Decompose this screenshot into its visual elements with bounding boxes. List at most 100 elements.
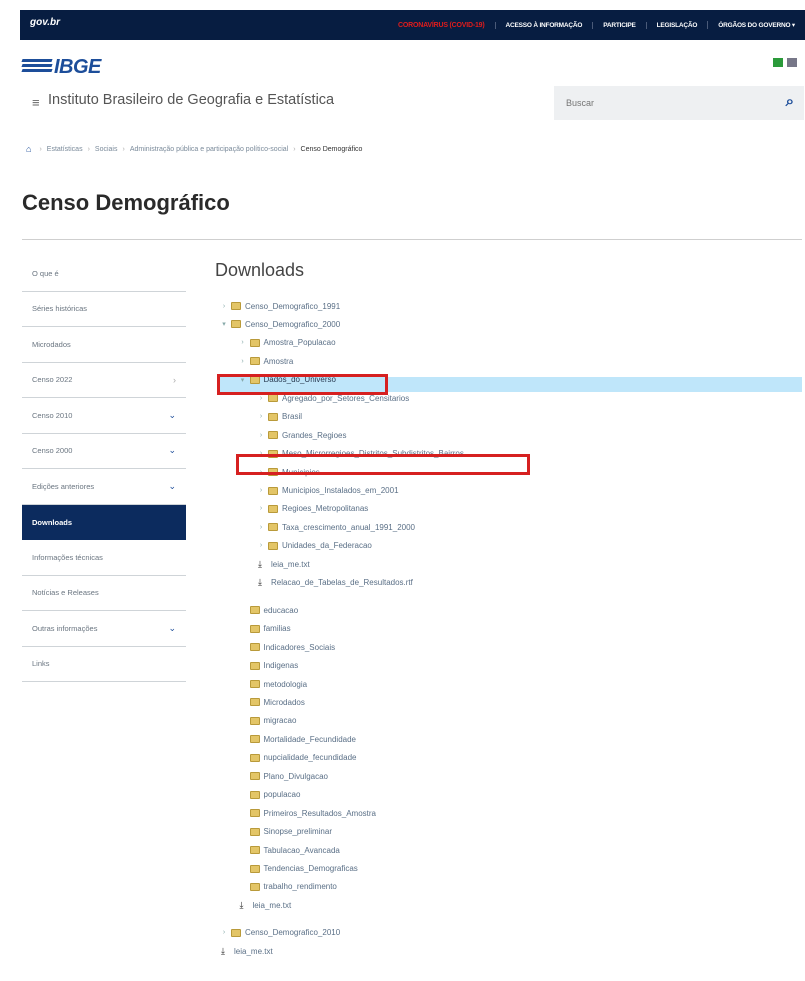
tree-item-label[interactable]: Mortalidade_Fecundidade: [264, 735, 357, 744]
tree-item-label[interactable]: Indicadores_Sociais: [264, 643, 336, 652]
tree-item-label[interactable]: Censo_Demografico_1991: [245, 302, 340, 311]
tree-folder-item[interactable]: Mortalidade_Fecundidade: [238, 730, 357, 748]
collapse-toggle-icon[interactable]: ›: [256, 505, 266, 512]
sidebar-item[interactable]: Censo 2010 ⌄: [22, 398, 186, 434]
tree-item-label[interactable]: Amostra: [264, 357, 294, 366]
gov-br-logo[interactable]: gov.br: [30, 17, 60, 28]
tree-item-label[interactable]: Grandes_Regioes: [282, 431, 346, 440]
tree-item-label[interactable]: Regioes_Metropolitanas: [282, 504, 368, 513]
gov-nav-orgaos[interactable]: ÓRGÃOS DO GOVERNO ▾: [707, 21, 805, 29]
gov-nav-participe[interactable]: PARTICIPE: [592, 21, 645, 29]
sidebar-item[interactable]: Edições anteriores ⌄: [22, 469, 186, 505]
collapse-toggle-icon[interactable]: ›: [256, 432, 266, 439]
tree-folder-item[interactable]: Indicadores_Sociais: [238, 638, 336, 656]
tree-folder-item[interactable]: › Censo_Demografico_1991: [219, 297, 340, 315]
tree-item-label[interactable]: Indigenas: [264, 661, 299, 670]
sidebar-item[interactable]: Censo 2022 ›: [22, 363, 186, 398]
sidebar-item[interactable]: Outras informações ⌄: [22, 611, 186, 647]
tree-folder-item[interactable]: › Grandes_Regioes: [256, 426, 347, 444]
tree-file-item[interactable]: ⤓ leia_me.txt: [219, 942, 273, 960]
tree-folder-item[interactable]: migracao: [238, 712, 296, 730]
search-input[interactable]: [554, 86, 754, 120]
tree-folder-item[interactable]: › Taxa_crescimento_anual_1991_2000: [256, 518, 415, 536]
tree-folder-item[interactable]: › Unidades_da_Federacao: [256, 537, 372, 555]
tree-item-label[interactable]: leia_me.txt: [253, 901, 292, 910]
sidebar-item[interactable]: Notícias e Releases: [22, 576, 186, 611]
sidebar-item[interactable]: Séries históricas: [22, 292, 186, 327]
collapse-toggle-icon[interactable]: ›: [238, 358, 248, 365]
tree-item-label[interactable]: Municipios_Instalados_em_2001: [282, 486, 399, 495]
ibge-logo[interactable]: IBGE: [21, 56, 101, 79]
tree-folder-item[interactable]: Plano_Divulgacao: [238, 767, 329, 785]
tree-folder-item[interactable]: ▾ Censo_Demografico_2000: [219, 315, 340, 333]
collapse-toggle-icon[interactable]: ›: [219, 929, 229, 936]
tree-folder-item[interactable]: familias: [238, 620, 291, 638]
tree-item-label[interactable]: Amostra_Populacao: [264, 338, 336, 347]
breadcrumb-item[interactable]: Sociais: [95, 146, 118, 153]
tree-item-label[interactable]: Microdados: [264, 698, 305, 707]
expand-toggle-icon[interactable]: ▾: [219, 320, 229, 328]
tree-folder-item[interactable]: educacao: [238, 601, 299, 619]
gov-nav-legislacao[interactable]: LEGISLAÇÃO: [645, 21, 708, 29]
tree-item-label[interactable]: Tabulacao_Avancada: [264, 846, 340, 855]
tree-item-label[interactable]: populacao: [264, 790, 301, 799]
tree-item-label[interactable]: trabalho_rendimento: [264, 882, 337, 891]
tree-folder-item[interactable]: Tabulacao_Avancada: [238, 841, 340, 859]
collapse-toggle-icon[interactable]: ›: [219, 303, 229, 310]
sidebar-item[interactable]: Links: [22, 647, 186, 682]
english-flag-icon[interactable]: [787, 58, 797, 67]
tree-item-label[interactable]: Primeiros_Resultados_Amostra: [264, 809, 377, 818]
chevron-right-icon[interactable]: ›: [173, 375, 176, 385]
tree-folder-item[interactable]: Sinopse_preliminar: [238, 823, 332, 841]
chevron-down-icon[interactable]: ⌄: [168, 445, 176, 456]
brazil-flag-icon[interactable]: [773, 58, 783, 67]
sidebar-item[interactable]: Downloads: [22, 504, 186, 540]
tree-file-item[interactable]: ⤓ Relacao_de_Tabelas_de_Resultados.rtf: [256, 574, 413, 592]
tree-item-label[interactable]: Agregado_por_Setores_Censitarios: [282, 394, 409, 403]
home-icon[interactable]: ⌂: [26, 144, 31, 154]
tree-folder-item[interactable]: populacao: [238, 786, 301, 804]
tree-file-item[interactable]: ⤓ leia_me.txt: [238, 896, 292, 914]
tree-item-label[interactable]: Censo_Demografico_2010: [245, 928, 340, 937]
chevron-down-icon[interactable]: ⌄: [168, 623, 176, 634]
tree-item-label[interactable]: educacao: [264, 606, 299, 615]
tree-folder-item[interactable]: Microdados: [238, 693, 305, 711]
gov-nav-covid[interactable]: CORONAVÍRUS (COVID-19): [388, 22, 494, 29]
tree-item-label[interactable]: leia_me.txt: [234, 947, 273, 956]
sidebar-item[interactable]: Informações técnicas: [22, 540, 186, 576]
tree-item-label[interactable]: Tendencias_Demograficas: [264, 864, 358, 873]
tree-item-label[interactable]: Sinopse_preliminar: [264, 827, 332, 836]
tree-folder-item[interactable]: metodologia: [238, 675, 308, 693]
hamburger-menu-icon[interactable]: ≡: [32, 95, 40, 110]
institution-name[interactable]: Instituto Brasileiro de Geografia e Esta…: [48, 92, 334, 108]
tree-folder-item[interactable]: › Regioes_Metropolitanas: [256, 500, 368, 518]
tree-file-item[interactable]: ⤓ leia_me.txt: [256, 555, 310, 573]
chevron-down-icon[interactable]: ⌄: [168, 410, 176, 421]
tree-item-label[interactable]: metodologia: [264, 680, 308, 689]
tree-folder-item[interactable]: Primeiros_Resultados_Amostra: [238, 804, 377, 822]
tree-folder-item[interactable]: › Amostra_Populacao: [238, 334, 336, 352]
breadcrumb-item[interactable]: Administração pública e participação pol…: [130, 146, 288, 153]
tree-item-label[interactable]: Unidades_da_Federacao: [282, 541, 372, 550]
search-icon[interactable]: ⌕: [786, 93, 794, 110]
chevron-down-icon[interactable]: ⌄: [168, 481, 176, 492]
sidebar-item[interactable]: Censo 2000 ⌄: [22, 434, 186, 469]
collapse-toggle-icon[interactable]: ›: [256, 487, 266, 494]
tree-item-label[interactable]: Taxa_crescimento_anual_1991_2000: [282, 523, 415, 532]
tree-item-label[interactable]: Brasil: [282, 412, 302, 421]
collapse-toggle-icon[interactable]: ›: [256, 524, 266, 531]
sidebar-item[interactable]: Microdados: [22, 327, 186, 363]
tree-folder-item[interactable]: Tendencias_Demograficas: [238, 860, 358, 878]
collapse-toggle-icon[interactable]: ›: [238, 339, 248, 346]
tree-folder-item[interactable]: Indigenas: [238, 657, 299, 675]
tree-item-label[interactable]: Relacao_de_Tabelas_de_Resultados.rtf: [271, 578, 413, 587]
tree-item-label[interactable]: nupcialidade_fecundidade: [264, 753, 357, 762]
breadcrumb-item[interactable]: Estatísticas: [47, 146, 83, 153]
tree-folder-item[interactable]: nupcialidade_fecundidade: [238, 749, 357, 767]
tree-folder-item[interactable]: › Censo_Demografico_2010: [219, 924, 340, 942]
gov-nav-acesso[interactable]: ACESSO À INFORMAÇÃO: [494, 21, 593, 29]
tree-folder-item[interactable]: › Amostra: [238, 352, 294, 370]
tree-folder-item[interactable]: trabalho_rendimento: [238, 878, 337, 896]
tree-item-label[interactable]: Plano_Divulgacao: [264, 772, 329, 781]
sidebar-item[interactable]: O que é: [22, 256, 186, 292]
